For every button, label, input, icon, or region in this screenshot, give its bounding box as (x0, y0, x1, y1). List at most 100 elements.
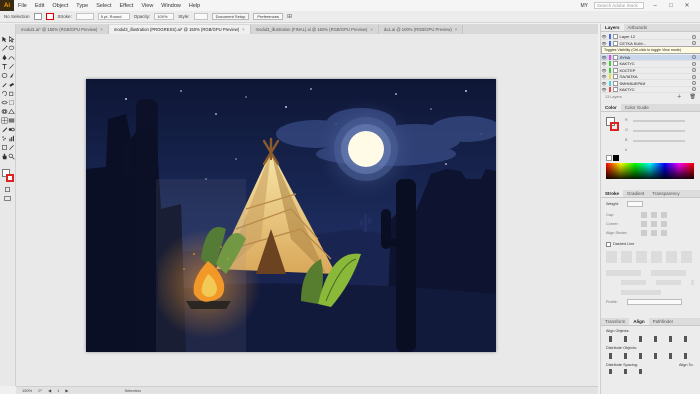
eraser-tool-icon[interactable] (8, 81, 15, 88)
g-slider[interactable] (633, 130, 685, 133)
document-setup-button[interactable]: Document Setup (211, 13, 250, 20)
tab-layers[interactable]: Layers (601, 24, 624, 31)
target-icon[interactable] (692, 41, 696, 46)
curvature-tool-icon[interactable] (8, 54, 15, 61)
weight-field[interactable] (627, 201, 643, 208)
menu-window[interactable]: Window (157, 3, 185, 9)
stroke-box[interactable] (6, 174, 14, 182)
style-picker[interactable] (193, 13, 208, 20)
tab-color[interactable]: Color (601, 104, 621, 112)
ellipse-tool-icon[interactable] (1, 72, 8, 79)
tab-artboards[interactable]: Artboards (624, 24, 652, 31)
stroke-weight-field[interactable] (75, 13, 94, 20)
artboard-tool-icon[interactable] (1, 144, 8, 151)
none-swatch[interactable] (606, 155, 612, 162)
distribute-spacing-buttons[interactable] (609, 369, 649, 375)
visibility-eye-icon[interactable]: 👁 (601, 61, 607, 66)
menu-effect[interactable]: Effect (116, 3, 138, 9)
type-tool-icon[interactable] (1, 63, 8, 70)
visibility-eye-icon[interactable]: 👁 (601, 55, 607, 60)
gradient-tool-icon[interactable] (8, 117, 15, 124)
tab-du1[interactable]: du1.ai @ 100% (RGB/GPU Preview) × (378, 25, 464, 34)
next-artboard-icon[interactable]: ▶ (65, 388, 68, 393)
fill-stroke-widget[interactable] (2, 169, 14, 183)
target-icon[interactable] (692, 68, 696, 73)
menu-edit[interactable]: Edit (31, 3, 48, 9)
prev-artboard-icon[interactable]: ◀ (48, 388, 51, 393)
align-arrow-row[interactable] (621, 290, 661, 296)
minimize-icon[interactable]: – (650, 3, 660, 9)
fill-swatch[interactable] (33, 13, 42, 20)
shape-builder-tool-icon[interactable] (1, 108, 8, 115)
menu-view[interactable]: View (137, 3, 157, 9)
draw-mode-icon[interactable] (4, 186, 11, 193)
mesh-tool-icon[interactable] (1, 117, 8, 124)
dash-fields[interactable] (606, 251, 694, 264)
rotate-tool-icon[interactable] (1, 90, 8, 97)
tab-modul1[interactable]: modul1.ai* @ 150% (RGB/GPU Preview) × (16, 25, 109, 34)
stock-search-input[interactable]: Search Adobe Stock (594, 2, 644, 9)
visibility-eye-icon[interactable]: 👁 (601, 87, 607, 92)
artboard-illustration[interactable] (86, 79, 496, 352)
visibility-eye-icon[interactable]: 👁 (601, 81, 607, 86)
eyedropper-tool-icon[interactable] (1, 126, 8, 133)
tab-align[interactable]: Align (629, 318, 649, 326)
hand-tool-icon[interactable] (1, 153, 8, 160)
graph-tool-icon[interactable] (8, 135, 15, 142)
tab-modul3-final[interactable]: modul3_illustration (FINAL).ai @ 150% (R… (250, 25, 379, 34)
workspace-switcher[interactable]: MY (581, 3, 589, 9)
arrowheads-row[interactable] (606, 270, 694, 277)
scale-tool-icon[interactable] (8, 90, 15, 97)
distribute-object-buttons[interactable] (609, 353, 693, 360)
corner-buttons[interactable] (641, 221, 671, 228)
menu-select[interactable]: Select (92, 3, 115, 9)
b-slider[interactable] (633, 140, 685, 143)
target-icon[interactable] (692, 87, 696, 92)
menu-help[interactable]: Help (185, 3, 204, 9)
target-icon[interactable] (692, 34, 696, 39)
target-icon[interactable] (692, 61, 696, 66)
dashed-line-checkbox[interactable] (606, 242, 611, 248)
width-tool-icon[interactable] (1, 99, 8, 106)
paintbrush-tool-icon[interactable] (8, 72, 15, 79)
cap-buttons[interactable] (641, 212, 671, 219)
visibility-eye-icon[interactable]: 👁 (601, 41, 607, 46)
status-mode[interactable]: Selection (124, 388, 140, 393)
tab-modul3-progress[interactable]: modul3_illustration (PROGRESS).ai* @ 150… (108, 25, 251, 34)
direct-selection-tool-icon[interactable] (8, 36, 15, 43)
visibility-eye-icon[interactable]: 👁 (601, 74, 607, 79)
close-icon[interactable]: ✕ (682, 2, 692, 9)
rotation-angle[interactable]: 0° (38, 388, 42, 393)
close-tab-icon[interactable]: × (370, 27, 372, 32)
target-icon[interactable] (692, 74, 696, 79)
stroke-swatch[interactable] (45, 13, 54, 20)
tab-transform[interactable]: Transform (601, 318, 629, 325)
profile-select[interactable] (627, 299, 682, 306)
tab-stroke[interactable]: Stroke (601, 190, 624, 198)
delete-layer-icon[interactable]: 🗑 (690, 94, 696, 100)
perspective-grid-icon[interactable] (8, 108, 15, 115)
maximize-icon[interactable]: □ (666, 3, 676, 9)
selection-tool-icon[interactable] (1, 36, 8, 43)
menu-type[interactable]: Type (72, 3, 92, 9)
lasso-tool-icon[interactable] (8, 45, 15, 52)
menu-file[interactable]: File (14, 3, 31, 9)
arrange-icon[interactable]: ⊞ (287, 13, 292, 20)
opacity-field[interactable]: 100% (154, 13, 175, 20)
r-slider[interactable] (633, 120, 685, 123)
close-tab-icon[interactable]: × (242, 27, 244, 32)
brush-select[interactable]: 5 pt. Round (97, 13, 130, 20)
pencil-tool-icon[interactable] (1, 81, 8, 88)
visibility-eye-icon[interactable]: 👁 (601, 68, 607, 73)
target-icon[interactable] (692, 81, 696, 86)
preferences-button[interactable]: Preferences (253, 13, 283, 20)
canvas-area[interactable] (16, 34, 598, 386)
color-spectrum[interactable] (606, 163, 694, 180)
scale-row[interactable] (621, 280, 694, 286)
layer-row[interactable]: 👁 КАКТУС (601, 86, 700, 94)
zoom-level[interactable]: 150% (22, 388, 32, 393)
menu-object[interactable]: Object (48, 3, 72, 9)
tab-color-guide[interactable]: Color Guide (621, 104, 653, 111)
screen-mode-icon[interactable] (4, 195, 11, 202)
magic-wand-icon[interactable] (1, 45, 8, 52)
